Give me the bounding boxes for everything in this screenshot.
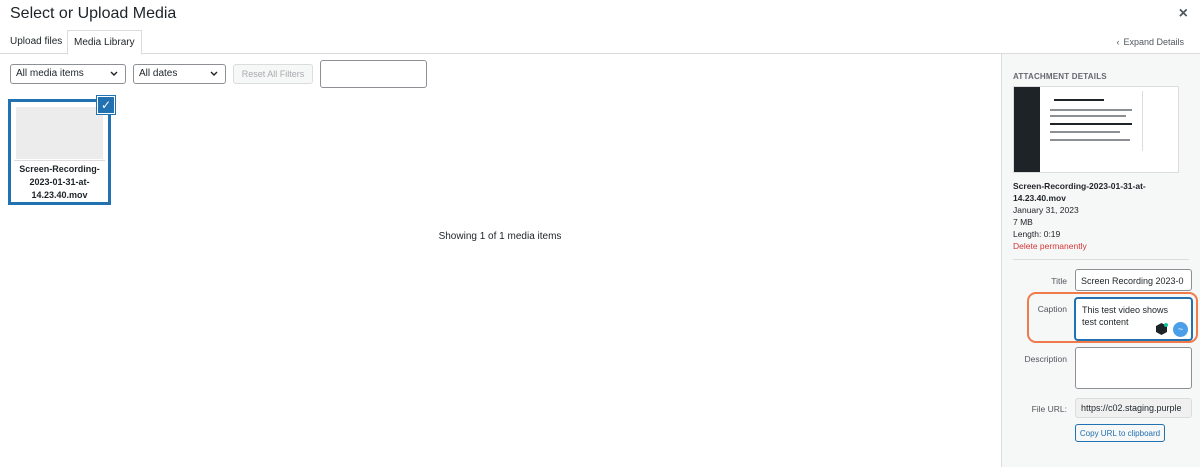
- media-thumbnail: [16, 107, 103, 159]
- preview-admin-sidebar: [1014, 87, 1040, 172]
- chevron-down-icon: [210, 71, 218, 76]
- file-url-field[interactable]: https://c02.staging.purple: [1075, 398, 1192, 418]
- tab-media-library[interactable]: Media Library: [67, 30, 142, 55]
- preview-line: [1050, 123, 1132, 125]
- chevron-down-icon: [110, 71, 118, 76]
- media-type-filter[interactable]: All media items: [10, 64, 126, 84]
- expand-details-label: Expand Details: [1123, 37, 1184, 47]
- divider: [1013, 259, 1189, 260]
- date-filter-value: All dates: [139, 68, 178, 79]
- checkmark-icon[interactable]: ✓: [97, 96, 115, 114]
- attachment-details-heading: ATTACHMENT DETAILS: [1013, 72, 1107, 81]
- tab-bar: Upload files Media Library: [0, 30, 1200, 55]
- preview-line: [1050, 115, 1126, 117]
- media-item-caption: Screen-Recording-2023-01-31-at-14.23.40.…: [14, 160, 105, 200]
- attachment-length: Length: 0:19: [1013, 229, 1061, 239]
- attachment-file-name: Screen-Recording-2023-01-31-at-14.23.40.…: [1013, 181, 1146, 203]
- expand-details-link[interactable]: ‹ Expand Details: [1116, 37, 1188, 47]
- description-field[interactable]: [1075, 347, 1192, 389]
- delete-permanently-link[interactable]: Delete permanently: [1013, 241, 1087, 251]
- media-modal: Select or Upload Media × Upload files Me…: [0, 0, 1200, 467]
- title-label: Title: [1051, 276, 1067, 286]
- modal-title: Select or Upload Media: [10, 5, 177, 22]
- date-filter[interactable]: All dates: [133, 64, 226, 84]
- caption-highlight: [1027, 292, 1198, 343]
- assistant-bubble-icon[interactable]: ~: [1173, 322, 1188, 337]
- reset-filters-button[interactable]: Reset All Filters: [233, 64, 313, 84]
- showing-count: Showing 1 of 1 media items: [438, 231, 562, 242]
- preview-settings-panel: [1142, 91, 1176, 151]
- preview-line: [1050, 109, 1132, 111]
- attachment-date: January 31, 2023: [1013, 205, 1079, 215]
- search-input[interactable]: [320, 60, 427, 88]
- attachment-size: 7 MB: [1013, 217, 1033, 227]
- attachment-details-sidebar: ATTACHMENT DETAILS Screen-Recording-2023…: [1001, 54, 1200, 467]
- preview-line: [1054, 99, 1104, 101]
- close-icon[interactable]: ×: [1179, 5, 1188, 23]
- preview-line: [1050, 131, 1120, 133]
- attachment-preview: [1013, 86, 1179, 173]
- preview-line: [1050, 139, 1130, 141]
- media-type-filter-value: All media items: [16, 68, 84, 79]
- chevron-left-icon: ‹: [1116, 37, 1120, 47]
- description-label: Description: [1024, 354, 1067, 364]
- modal-header: Select or Upload Media ×: [0, 0, 1200, 30]
- tab-upload-files[interactable]: Upload files: [4, 30, 68, 54]
- title-field[interactable]: Screen Recording 2023-0: [1075, 269, 1192, 291]
- grammarly-icon[interactable]: [1155, 322, 1168, 336]
- file-url-label: File URL:: [1031, 404, 1067, 414]
- media-item[interactable]: Screen-Recording-2023-01-31-at-14.23.40.…: [8, 99, 111, 205]
- copy-url-button[interactable]: Copy URL to clipboard: [1075, 424, 1165, 442]
